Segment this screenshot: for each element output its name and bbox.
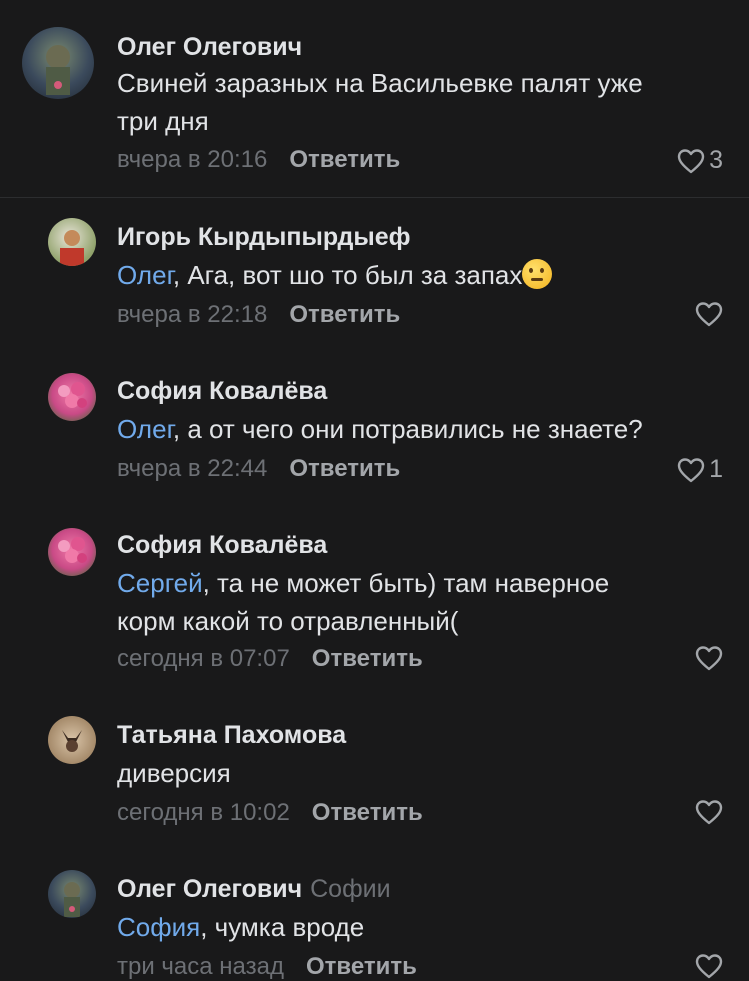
heart-icon	[695, 302, 723, 327]
mention-link[interactable]: Сергей	[117, 568, 203, 598]
comment-text: диверсия	[117, 758, 231, 788]
author-name[interactable]: София Ковалёва	[117, 377, 327, 406]
comment-meta: сегодня в 10:02 Ответить	[117, 799, 423, 827]
heart-icon	[695, 954, 723, 979]
reply-button[interactable]: Ответить	[306, 953, 417, 980]
author-name[interactable]: София Ковалёва	[117, 531, 327, 560]
reply-button[interactable]: Ответить	[312, 645, 423, 672]
reply-button[interactable]: Ответить	[289, 146, 400, 173]
reply-to-label[interactable]: Софии	[310, 875, 390, 903]
heart-icon	[677, 457, 705, 482]
comment-text: Олег, а от чего они потравились не знает…	[117, 414, 643, 444]
like-count: 1	[709, 455, 723, 483]
avatar[interactable]	[48, 716, 96, 764]
avatar[interactable]	[48, 528, 96, 576]
comment-meta: вчера в 22:18 Ответить	[117, 301, 400, 329]
comment-text: Олег, Ага, вот шо то был за запах	[117, 256, 717, 294]
comment-meta: вчера в 20:16 Ответить	[117, 146, 400, 174]
like-button[interactable]: 3	[677, 146, 723, 175]
comment-meta: три часа назад Ответить	[117, 953, 417, 981]
heart-icon	[695, 646, 723, 671]
author-name[interactable]: Татьяна Пахомова	[117, 721, 346, 750]
mention-link[interactable]: София	[117, 912, 200, 942]
avatar[interactable]	[48, 373, 96, 421]
timestamp: сегодня в 10:02	[117, 799, 290, 826]
heart-icon	[695, 800, 723, 825]
timestamp: вчера в 22:18	[117, 301, 268, 328]
timestamp: три часа назад	[117, 953, 284, 980]
like-count: 3	[709, 146, 723, 174]
like-button[interactable]: 1	[677, 455, 723, 484]
timestamp: вчера в 20:16	[117, 146, 268, 173]
timestamp: сегодня в 07:07	[117, 645, 290, 672]
reply-button[interactable]: Ответить	[289, 301, 400, 328]
comment-text: Сергей, та не может быть) там наверное к…	[117, 568, 610, 636]
timestamp: вчера в 22:44	[117, 455, 268, 482]
like-button[interactable]	[695, 645, 723, 671]
thread-divider	[0, 197, 749, 198]
reply-button[interactable]: Ответить	[289, 455, 400, 482]
avatar[interactable]	[48, 218, 96, 266]
avatar[interactable]	[22, 27, 94, 99]
author-name[interactable]: Олег Олегович Софии	[117, 875, 391, 904]
mention-link[interactable]: Олег	[117, 414, 173, 444]
comment-text: Свиней заразных на Васильевке палят уже …	[117, 68, 643, 136]
heart-icon	[677, 148, 705, 173]
like-button[interactable]	[695, 301, 723, 327]
thinking-face-emoji	[522, 259, 553, 289]
comment-meta: вчера в 22:44 Ответить	[117, 455, 400, 483]
like-button[interactable]	[695, 799, 723, 825]
avatar[interactable]	[48, 870, 96, 918]
like-button[interactable]	[695, 953, 723, 979]
author-name[interactable]: Игорь Кырдыпырдыеф	[117, 223, 410, 252]
mention-link[interactable]: Олег	[117, 260, 173, 290]
author-name[interactable]: Олег Олегович	[117, 33, 302, 62]
comment-text: София, чумка вроде	[117, 912, 365, 942]
comment-meta: сегодня в 07:07 Ответить	[117, 645, 423, 673]
reply-button[interactable]: Ответить	[312, 799, 423, 826]
